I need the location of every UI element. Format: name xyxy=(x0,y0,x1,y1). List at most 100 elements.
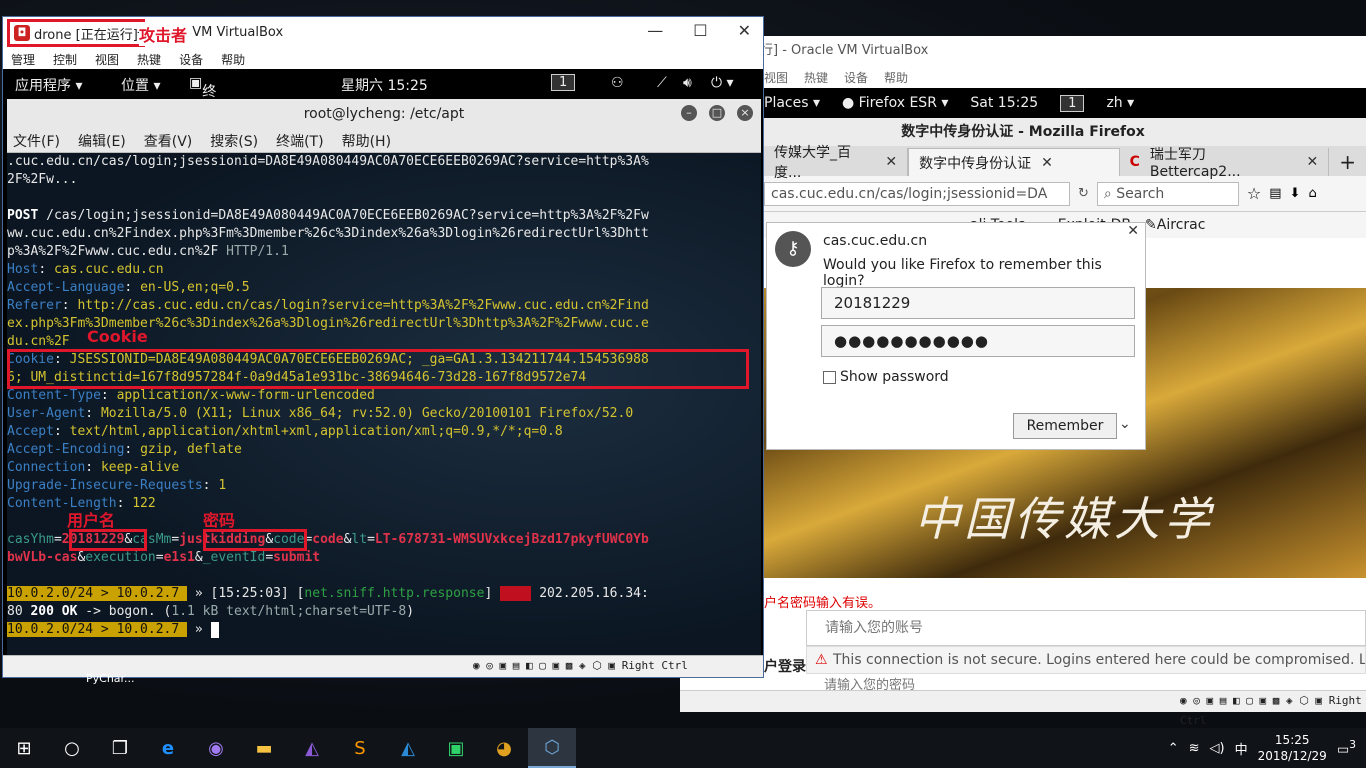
workspace-indicator[interactable]: 1 xyxy=(1060,94,1085,112)
places-menu[interactable]: Places ▾ xyxy=(764,95,820,111)
menu-manage[interactable]: 管理 xyxy=(11,51,35,68)
remember-button[interactable]: Remember xyxy=(1013,413,1117,439)
people-icon[interactable]: ⚇ xyxy=(611,75,624,91)
vscode-icon[interactable]: ◭ xyxy=(384,728,432,768)
popup-username-field[interactable]: 20181229 xyxy=(821,287,1135,319)
search-input[interactable]: ⌕ Search xyxy=(1096,181,1239,206)
pycharm-desktop-label[interactable]: PyChar... xyxy=(86,672,135,685)
account-input[interactable]: 请输入您的账号 xyxy=(806,610,1366,646)
close-icon[interactable]: × xyxy=(737,105,753,121)
reload-icon[interactable]: ↻ xyxy=(1078,186,1089,201)
popup-password-field[interactable]: ●●●●●●●●●●● xyxy=(821,325,1135,357)
terminal-output[interactable]: .cuc.edu.cn/cas/login;jsessionid=DA8E49A… xyxy=(7,153,761,655)
close-icon[interactable]: ✕ xyxy=(1041,155,1053,171)
input-method-menu[interactable]: zh ▾ xyxy=(1106,95,1134,111)
terminal-menu-help[interactable]: 帮助(H) xyxy=(342,131,391,151)
terminal-title: root@lycheng: /etc/apt xyxy=(303,106,465,122)
new-tab-button[interactable]: + xyxy=(1329,148,1366,176)
menu-help[interactable]: 帮助 xyxy=(884,69,908,86)
chrome-icon[interactable]: ◕ xyxy=(480,728,528,768)
prompt-line[interactable]: 10.0.2.0/24 > 10.0.2.7 » xyxy=(7,621,219,639)
header-key: Connection xyxy=(7,460,86,475)
notification-icon[interactable]: ▭3 xyxy=(1337,738,1356,757)
menu-help[interactable]: 帮助 xyxy=(221,51,245,68)
header-value: keep-alive xyxy=(100,460,180,475)
terminal-menu-terminal[interactable]: 终端(T) xyxy=(276,131,323,151)
wifi-icon[interactable]: ≋ xyxy=(1189,741,1200,756)
places-menu[interactable]: 位置 ▾ xyxy=(121,75,160,95)
close-icon[interactable]: ✕ xyxy=(885,154,897,170)
show-password-checkbox[interactable]: Show password xyxy=(823,369,949,385)
close-icon[interactable]: ✕ xyxy=(738,21,751,40)
menu-control[interactable]: 控制 xyxy=(53,51,77,68)
firefox-app-label: Firefox ESR ▾ xyxy=(858,95,949,111)
workspace-indicator[interactable]: 1 xyxy=(551,74,576,91)
output-text: .cuc.edu.cn/cas/login;jsessionid=DA8E49A… xyxy=(7,154,649,169)
terminal-cursor xyxy=(210,621,219,638)
close-icon[interactable]: ✕ xyxy=(1307,154,1319,170)
terminal-app-menu[interactable]: ▣ 终端 ▾ xyxy=(189,75,216,137)
request-path: ww.cuc.edu.cn%2Findex.php%3Fm%3Dmember%2… xyxy=(7,226,649,241)
terminal-menu-view[interactable]: 查看(V) xyxy=(144,131,193,151)
maximize-icon[interactable]: □ xyxy=(709,105,725,121)
checkbox-box[interactable] xyxy=(823,370,836,384)
cuc-calligraphy-logo: 中国传媒大学 xyxy=(914,492,1214,546)
minimize-icon[interactable]: — xyxy=(647,21,663,40)
taskbar-clock[interactable]: 15:25 2018/12/29 xyxy=(1258,732,1327,764)
firefox-app-menu[interactable]: ● Firefox ESR ▾ xyxy=(842,95,948,111)
tray-chevron-up-icon[interactable]: ⌃ xyxy=(1168,741,1179,756)
password-placeholder: 请输入您的密码 xyxy=(824,678,916,690)
menu-hotkey[interactable]: 热键 xyxy=(137,51,161,68)
menu-view[interactable]: 视图 xyxy=(95,51,119,68)
minimize-icon[interactable]: – xyxy=(681,105,697,121)
sublime-icon[interactable]: S xyxy=(336,728,384,768)
menu-hotkey[interactable]: 热键 xyxy=(804,69,828,86)
terminal-menu-file[interactable]: 文件(F) xyxy=(13,131,60,151)
close-icon[interactable]: ✕ xyxy=(1127,223,1139,239)
header-accept: Accept: text/html,application/xhtml+xml,… xyxy=(7,424,563,439)
tab-cuc-auth[interactable]: 数字中传身份认证 ✕ xyxy=(908,148,1120,176)
attacker-vm-window[interactable]: - Oracle VM VirtualBox ◘ drone [正在运行] 攻击… xyxy=(2,16,764,678)
response-port: 80 xyxy=(7,604,31,619)
tab-bettercap[interactable]: C 瑞士军刀 Bettercap2... ✕ xyxy=(1120,147,1330,180)
password-input[interactable]: 请输入您的密码 xyxy=(806,674,1366,690)
app-icon[interactable]: ◉ xyxy=(192,728,240,768)
header-content-type: Content-Type: application/x-www-form-url… xyxy=(7,388,375,403)
reader-icon[interactable]: ▤ xyxy=(1269,186,1281,201)
power-icon[interactable]: ⏻ ▾ xyxy=(711,75,734,91)
bookmark-aircrack[interactable]: ✎Aircrac xyxy=(1145,217,1205,233)
menu-view[interactable]: 视图 xyxy=(764,69,788,86)
terminal-menu-search[interactable]: 搜索(S) xyxy=(210,131,258,151)
ime-indicator[interactable]: 中 xyxy=(1235,739,1248,758)
file-explorer-icon[interactable]: ▬ xyxy=(240,728,288,768)
pycharm-icon[interactable]: ▣ xyxy=(432,728,480,768)
url-bar[interactable]: cas.cuc.edu.cn/cas/login;jsessionid=DA xyxy=(764,181,1070,206)
windows-start-icon[interactable]: ⊞ xyxy=(0,728,48,768)
gnome-clock[interactable]: 星期六 15:25 xyxy=(341,75,428,95)
volume-icon[interactable]: 🔊︎ xyxy=(683,75,692,91)
home-icon[interactable]: ⌂ xyxy=(1308,186,1316,201)
bookmark-star-icon[interactable]: ☆ xyxy=(1247,184,1261,203)
gnome-clock[interactable]: Sat 15:25 xyxy=(970,95,1038,111)
terminal-window[interactable]: root@lycheng: /etc/apt – □ × 文件(F) 编辑(E)… xyxy=(7,99,761,655)
output-line: 2F%2Fw... xyxy=(7,171,77,189)
virtualbox-icon[interactable]: ⬡ xyxy=(528,728,576,768)
sniff-response-line: 80 200 OK -> bogon. (1.1 kB text/html;ch… xyxy=(7,603,414,621)
maximize-icon[interactable]: ☐ xyxy=(693,21,707,40)
menu-devices[interactable]: 设备 xyxy=(844,69,868,86)
host-key-label: Right Ctrl xyxy=(621,659,688,672)
volume-icon[interactable]: ◁) xyxy=(1210,741,1225,756)
tab-baidu[interactable]: 传媒大学_百度... ✕ xyxy=(764,145,909,181)
download-icon[interactable]: ⬇ xyxy=(1290,186,1301,201)
visual-studio-icon[interactable]: ◭ xyxy=(288,728,336,768)
http-method: POST xyxy=(7,208,39,223)
terminal-menu-edit[interactable]: 编辑(E) xyxy=(78,131,126,151)
menu-devices[interactable]: 设备 xyxy=(179,51,203,68)
cortana-icon[interactable]: ○ xyxy=(48,728,96,768)
edge-icon[interactable]: e xyxy=(144,728,192,768)
aircrack-icon: ✎ xyxy=(1145,217,1157,233)
applications-menu[interactable]: 应用程序 ▾ xyxy=(15,75,82,95)
chevron-down-icon[interactable]: ⌄ xyxy=(1119,416,1131,432)
task-view-icon[interactable]: ❐ xyxy=(96,728,144,768)
network-icon[interactable]: ⟋ xyxy=(657,75,667,91)
